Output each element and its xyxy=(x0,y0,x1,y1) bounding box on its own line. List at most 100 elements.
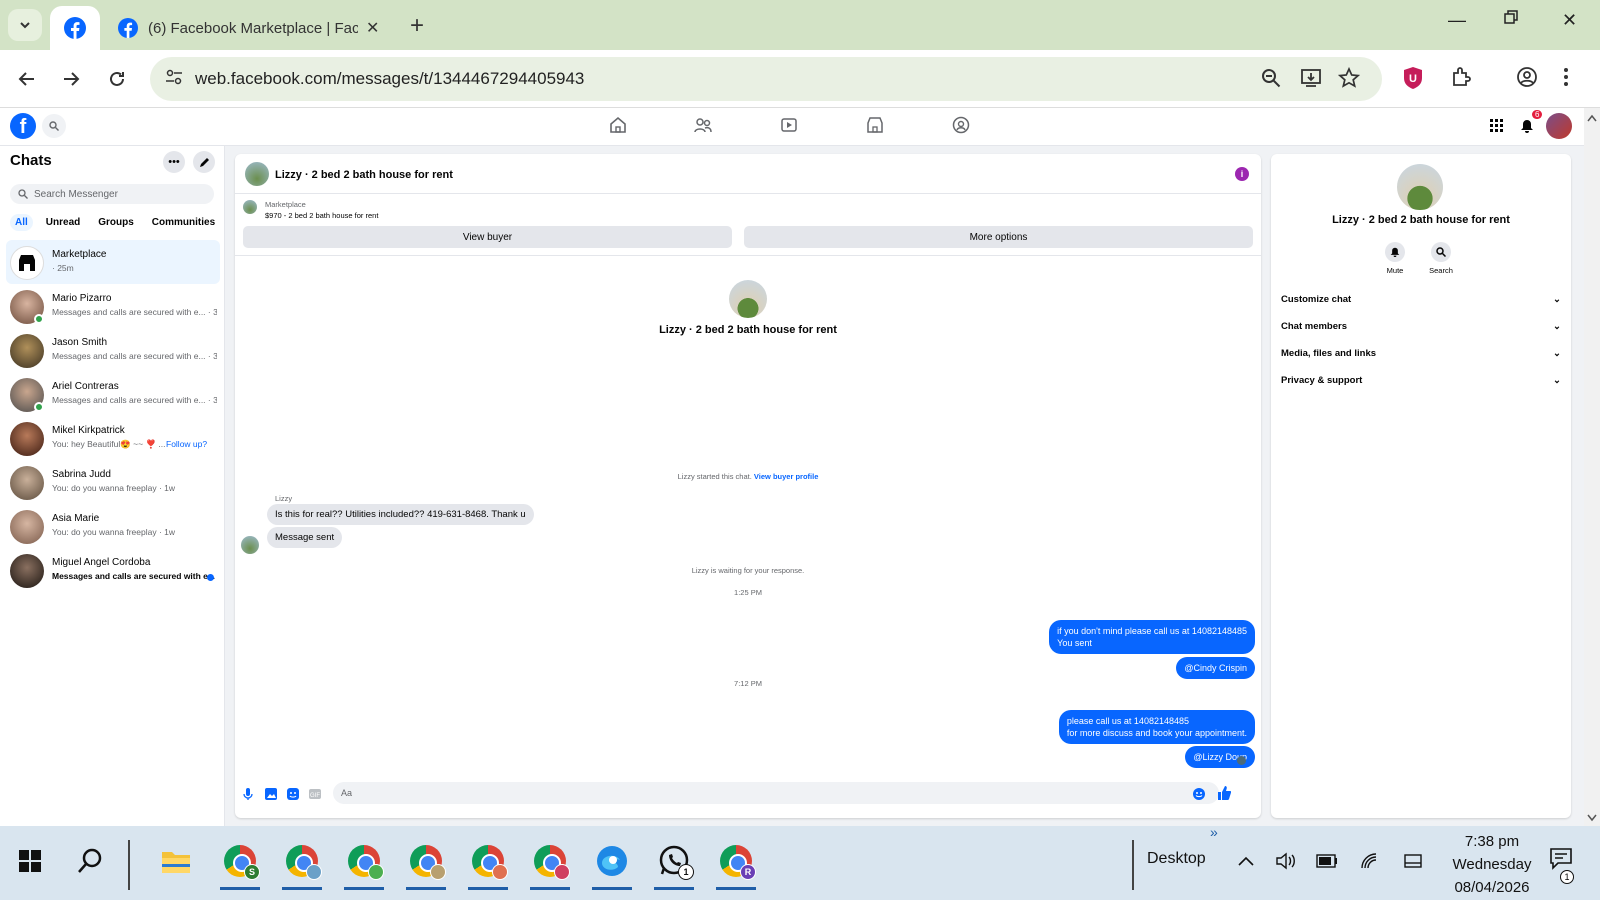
gif-icon[interactable]: GIF xyxy=(309,788,321,800)
chrome-profile-3-button[interactable] xyxy=(340,836,388,890)
microphone-icon[interactable] xyxy=(243,788,253,800)
chat-item-sabrina-judd[interactable]: Sabrina Judd You: do you wanna freeplay … xyxy=(6,460,220,504)
taskbar-divider xyxy=(128,840,130,890)
media-files-links-row[interactable]: Media, files and links ⌄ xyxy=(1281,348,1561,359)
message-input[interactable]: Aa xyxy=(333,782,1219,804)
chrome-profile-2-button[interactable] xyxy=(278,836,326,890)
row-label: Chat members xyxy=(1281,321,1347,332)
install-app-icon[interactable] xyxy=(1300,67,1322,89)
forward-button[interactable] xyxy=(56,64,86,94)
tab-facebook-pinned[interactable] xyxy=(50,6,100,50)
more-options-button[interactable]: More options xyxy=(744,226,1253,248)
chat-item-miguel-angel-cordoba[interactable]: Miguel Angel Cordoba Messages and calls … xyxy=(6,548,220,592)
messenger-search-input[interactable]: Search Messenger xyxy=(10,184,214,204)
incoming-message[interactable]: Is this for real?? Utilities included?? … xyxy=(267,504,534,525)
chat-item-marketplace[interactable]: Marketplace · 25m xyxy=(6,240,220,284)
facebook-logo-icon[interactable]: f xyxy=(10,113,36,139)
groups-icon[interactable] xyxy=(952,116,970,134)
profile-icon[interactable] xyxy=(1516,66,1538,88)
address-bar[interactable]: web.facebook.com/messages/t/134446729440… xyxy=(150,57,1382,101)
edge-button[interactable] xyxy=(588,836,636,890)
volume-icon[interactable] xyxy=(1276,852,1296,870)
timestamp: 1:25 PM xyxy=(734,588,762,597)
video-icon[interactable] xyxy=(780,116,798,134)
facebook-search-button[interactable] xyxy=(42,114,66,138)
customize-chat-row[interactable]: Customize chat ⌄ xyxy=(1281,294,1561,305)
tablet-mode-icon[interactable] xyxy=(1404,854,1422,868)
chevron-up-icon[interactable] xyxy=(1238,856,1254,866)
outgoing-mention[interactable]: @Cindy Crispin xyxy=(1176,657,1255,679)
more-vert-icon[interactable] xyxy=(1562,66,1570,88)
account-avatar[interactable] xyxy=(1546,113,1572,139)
search-action[interactable]: Search xyxy=(1421,242,1461,275)
info-icon[interactable]: i xyxy=(1235,167,1249,181)
tab-facebook-marketplace[interactable]: (6) Facebook Marketplace | Face ✕ xyxy=(108,6,398,50)
desktop-toolbar-label[interactable]: Desktop xyxy=(1147,850,1206,868)
incoming-message[interactable]: Message sent xyxy=(267,527,343,548)
chrome-profile-r-button[interactable]: R xyxy=(712,836,760,890)
chrome-profile-5-button[interactable] xyxy=(464,836,512,890)
ublock-icon[interactable]: U xyxy=(1402,66,1424,90)
system-clock[interactable]: 7:38 pm Wednesday 08/04/2026 xyxy=(1432,830,1552,899)
follow-up-link[interactable]: Follow up? xyxy=(166,439,216,449)
back-button[interactable] xyxy=(12,64,42,94)
marketplace-icon[interactable] xyxy=(866,116,884,134)
file-explorer-button[interactable] xyxy=(152,836,200,886)
scroll-down-icon[interactable] xyxy=(1587,814,1597,822)
chat-members-row[interactable]: Chat members ⌄ xyxy=(1281,321,1561,332)
chat-item-mikel-kirkpatrick[interactable]: Mikel Kirkpatrick You: hey Beautiful😍 ~~… xyxy=(6,416,220,460)
filter-communities[interactable]: Communities xyxy=(147,214,220,231)
menu-button[interactable] xyxy=(1484,113,1510,139)
emoji-icon[interactable] xyxy=(1193,788,1205,800)
reload-button[interactable] xyxy=(102,64,132,94)
home-icon[interactable] xyxy=(609,116,627,134)
tab-search-button[interactable] xyxy=(8,9,42,41)
outgoing-message[interactable]: please call us at 14082148485 for more d… xyxy=(1058,710,1255,744)
close-window-button[interactable]: ✕ xyxy=(1562,10,1577,31)
view-buyer-profile-link[interactable]: View buyer profile xyxy=(754,472,818,481)
page-scrollbar[interactable] xyxy=(1584,108,1600,826)
scroll-up-icon[interactable] xyxy=(1587,114,1597,122)
conversation-avatar[interactable] xyxy=(245,162,269,186)
chat-item-asia-marie[interactable]: Asia Marie You: do you wanna freeplay · … xyxy=(6,504,220,548)
chat-started-notice: Lizzy started this chat. View buyer prof… xyxy=(235,472,1261,481)
taskbar-search-button[interactable] xyxy=(66,836,114,886)
notification-center-icon[interactable] xyxy=(1550,848,1574,870)
filter-unread[interactable]: Unread xyxy=(41,214,85,231)
like-thumb-icon[interactable] xyxy=(1217,786,1231,800)
battery-icon[interactable] xyxy=(1316,854,1338,868)
sticker-icon[interactable] xyxy=(287,788,299,800)
new-tab-button[interactable]: + xyxy=(410,12,424,40)
chat-item-jason-smith[interactable]: Jason Smith Messages and calls are secur… xyxy=(6,328,220,372)
chrome-profile-6-button[interactable] xyxy=(526,836,574,890)
conversation-title[interactable]: Lizzy · 2 bed 2 bath house for rent xyxy=(275,169,453,181)
whatsapp-button[interactable]: 1 xyxy=(650,836,698,890)
wifi-icon[interactable] xyxy=(1360,852,1378,870)
close-tab-icon[interactable]: ✕ xyxy=(366,18,379,38)
outgoing-message[interactable]: if you don't mind please call us at 1408… xyxy=(1049,620,1255,654)
filter-all[interactable]: All xyxy=(10,214,33,231)
chrome-profile-s-button[interactable]: S xyxy=(216,836,264,890)
photo-icon[interactable] xyxy=(265,788,277,800)
extensions-icon[interactable] xyxy=(1450,66,1472,88)
chrome-profile-4-button[interactable] xyxy=(402,836,450,890)
minimize-button[interactable]: — xyxy=(1448,10,1466,31)
bookmark-star-icon[interactable] xyxy=(1338,67,1360,89)
chat-item-ariel-contreras[interactable]: Ariel Contreras Messages and calls are s… xyxy=(6,372,220,416)
double-chevron-icon[interactable]: » xyxy=(1210,824,1218,840)
chat-options-button[interactable]: ••• xyxy=(163,151,185,173)
new-message-button[interactable] xyxy=(193,151,215,173)
chat-item-mario-pizarro[interactable]: Mario Pizarro Messages and calls are sec… xyxy=(6,284,220,328)
start-button[interactable] xyxy=(6,836,54,886)
filter-groups[interactable]: Groups xyxy=(93,214,139,231)
url-text: web.facebook.com/messages/t/134446729440… xyxy=(195,69,585,88)
restore-icon xyxy=(1504,10,1518,24)
view-buyer-button[interactable]: View buyer xyxy=(243,226,732,248)
profile-badge: S xyxy=(244,864,260,880)
zoom-icon[interactable] xyxy=(1260,67,1282,89)
mute-action[interactable]: Mute xyxy=(1375,242,1415,275)
restore-button[interactable] xyxy=(1504,10,1518,24)
privacy-support-row[interactable]: Privacy & support ⌄ xyxy=(1281,375,1561,386)
sender-avatar[interactable] xyxy=(241,536,259,554)
friends-icon[interactable] xyxy=(694,116,712,134)
